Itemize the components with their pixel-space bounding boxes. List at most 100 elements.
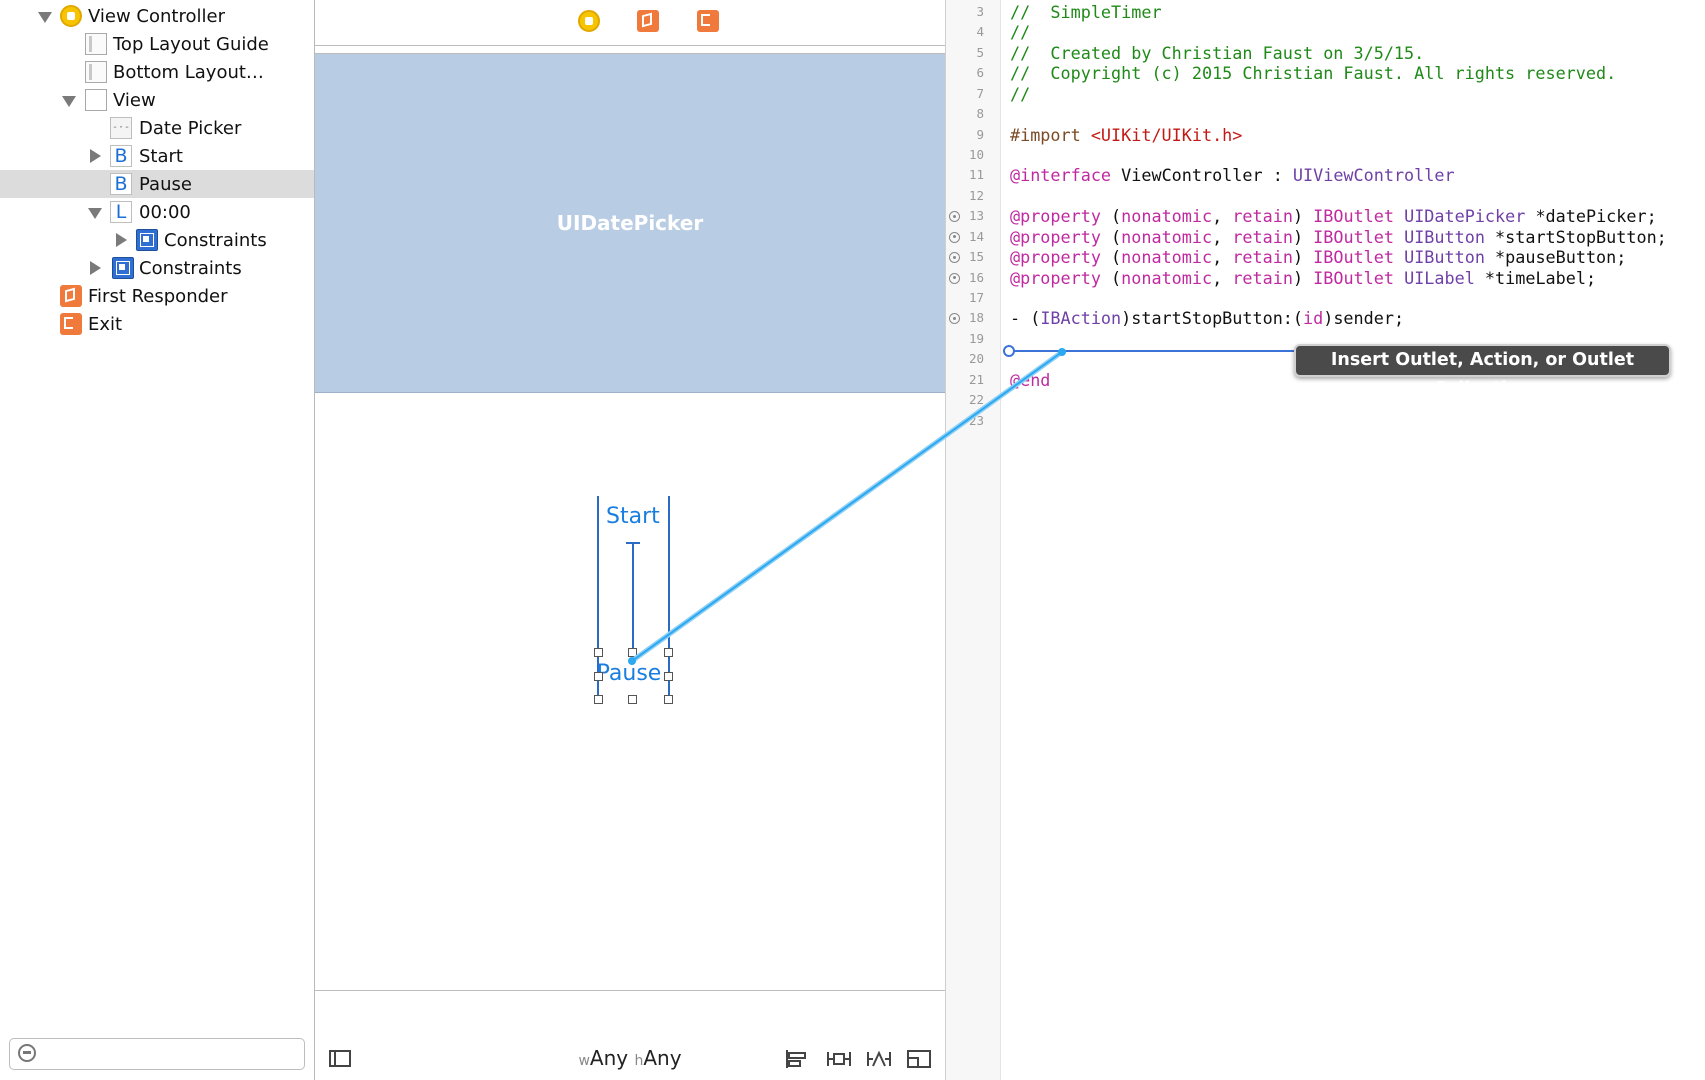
outline-item-pause[interactable]: B Pause: [0, 170, 314, 198]
outlet-connection-icon[interactable]: [949, 252, 960, 264]
line-number: 14: [968, 228, 984, 244]
pause-button[interactable]: Pause: [594, 661, 664, 686]
resize-handle[interactable]: [628, 648, 637, 657]
code-line[interactable]: @property (nonatomic, retain) IBOutlet U…: [1010, 206, 1657, 226]
outline-item-view[interactable]: View: [0, 86, 314, 114]
code-token: ): [1292, 206, 1314, 227]
code-line[interactable]: @property (nonatomic, retain) IBOutlet U…: [1010, 268, 1596, 288]
resize-handle[interactable]: [594, 695, 603, 704]
code-line[interactable]: // Copyright (c) 2015 Christian Faust. A…: [1010, 63, 1616, 83]
line-number: 16: [968, 269, 984, 285]
outline-item-constraints[interactable]: Constraints: [0, 254, 314, 282]
line-number: 12: [968, 187, 984, 203]
date-picker[interactable]: UIDatePicker: [315, 54, 945, 393]
disclosure-triangle-icon[interactable]: [88, 208, 102, 219]
code-token: ): [1292, 247, 1314, 268]
outline-filter-field[interactable]: [9, 1038, 305, 1070]
view-controller-icon: [60, 5, 82, 27]
outline-item-first-responder[interactable]: First Responder: [0, 282, 314, 310]
outline-item-label: 00:00: [139, 201, 191, 223]
resize-handle[interactable]: [664, 695, 673, 704]
code-token: UIDatePicker: [1404, 206, 1526, 227]
line-number: 13: [968, 208, 984, 224]
code-editor[interactable]: // SimpleTimer//// Created by Christian …: [1010, 0, 1705, 1080]
first-responder-icon[interactable]: [637, 10, 659, 32]
outline-item-label: View Controller: [88, 5, 225, 27]
insertion-indicator: [1009, 350, 1294, 352]
view-controller-icon[interactable]: [578, 10, 600, 32]
code-line[interactable]: //: [1010, 22, 1030, 42]
code-token: IBOutlet: [1313, 226, 1394, 247]
code-token: @interface: [1010, 165, 1112, 186]
code-line[interactable]: @end: [1010, 370, 1050, 390]
outline-item-bottom-layout-guide[interactable]: Bottom Layout…: [0, 58, 314, 86]
code-line[interactable]: @property (nonatomic, retain) IBOutlet U…: [1010, 247, 1626, 267]
code-line[interactable]: #import <UIKit/UIKit.h>: [1010, 125, 1242, 145]
code-token: *pauseButton;: [1484, 247, 1627, 268]
code-token: @property: [1010, 226, 1101, 247]
outlet-connection-icon[interactable]: [949, 313, 960, 325]
size-class-control[interactable]: wAny hAny: [515, 1046, 745, 1070]
insertion-point-icon: [1003, 345, 1015, 357]
line-number: 9: [976, 126, 984, 142]
outlet-connection-icon[interactable]: [949, 231, 960, 243]
code-token: nonatomic: [1121, 247, 1213, 268]
line-number: 20: [968, 351, 984, 367]
outline-item-start[interactable]: B Start: [0, 142, 314, 170]
outline-item-top-layout-guide[interactable]: Top Layout Guide: [0, 30, 314, 58]
disclosure-triangle-icon[interactable]: [116, 233, 127, 247]
date-picker-icon: -·-: [110, 117, 132, 139]
code-token: ViewController :: [1111, 165, 1293, 186]
scene-dock: [315, 0, 945, 46]
disclosure-triangle-icon[interactable]: [90, 149, 101, 163]
resize-handle[interactable]: [664, 672, 673, 681]
resizing-icon[interactable]: [907, 1050, 931, 1068]
pin-icon[interactable]: [827, 1050, 851, 1068]
toggle-outline-icon[interactable]: [329, 1050, 351, 1067]
line-number: 4: [976, 24, 984, 40]
code-line[interactable]: @interface ViewController : UIViewContro…: [1010, 165, 1455, 185]
start-button[interactable]: Start: [606, 504, 660, 529]
disclosure-triangle-icon[interactable]: [38, 12, 52, 23]
resize-handle[interactable]: [594, 672, 603, 681]
size-class-h-prefix: h: [634, 1053, 644, 1069]
code-token: nonatomic: [1121, 226, 1213, 247]
outline-item-exit[interactable]: Exit: [0, 310, 314, 338]
disclosure-triangle-icon[interactable]: [90, 261, 101, 275]
resize-handle[interactable]: [628, 695, 637, 704]
outline-item-view-controller[interactable]: View Controller: [0, 2, 314, 30]
view-controller-scene[interactable]: UIDatePicker Start Pause: [315, 53, 945, 991]
code-line[interactable]: // Created by Christian Faust on 3/5/15.: [1010, 43, 1424, 63]
document-outline: View Controller Top Layout Guide Bottom …: [0, 0, 315, 1080]
code-line[interactable]: - (IBAction)startStopButton:(id)sender;: [1010, 308, 1404, 328]
code-token: @end: [1010, 369, 1051, 390]
outlet-connection-icon[interactable]: [949, 272, 960, 284]
code-line[interactable]: //: [1010, 84, 1030, 104]
label-icon: L: [110, 201, 132, 223]
align-icon[interactable]: [785, 1050, 809, 1068]
line-number: 23: [968, 412, 984, 428]
filter-icon: [18, 1044, 36, 1062]
code-token: retain: [1232, 226, 1293, 247]
resize-handle[interactable]: [594, 648, 603, 657]
line-number: 21: [968, 371, 984, 387]
code-token: <UIKit/UIKit.h>: [1090, 124, 1243, 145]
code-line[interactable]: @property (nonatomic, retain) IBOutlet U…: [1010, 227, 1667, 247]
outlet-connection-icon[interactable]: [949, 211, 960, 223]
disclosure-triangle-icon[interactable]: [62, 96, 76, 107]
exit-icon[interactable]: [697, 10, 719, 32]
resize-handle[interactable]: [664, 648, 673, 657]
exit-icon: [60, 313, 82, 335]
code-token: IBOutlet: [1313, 206, 1394, 227]
resolve-icon[interactable]: [867, 1050, 891, 1068]
outline-item-constraints[interactable]: Constraints: [0, 226, 314, 254]
code-token: ): [1292, 226, 1314, 247]
constraints-icon: [136, 229, 158, 251]
code-token: retain: [1232, 267, 1293, 288]
code-token: #import: [1010, 124, 1091, 145]
code-line[interactable]: // SimpleTimer: [1010, 2, 1162, 22]
code-token: UIButton: [1404, 226, 1485, 247]
outline-item-time-label[interactable]: L 00:00: [0, 198, 314, 226]
outline-item-date-picker[interactable]: -·- Date Picker: [0, 114, 314, 142]
